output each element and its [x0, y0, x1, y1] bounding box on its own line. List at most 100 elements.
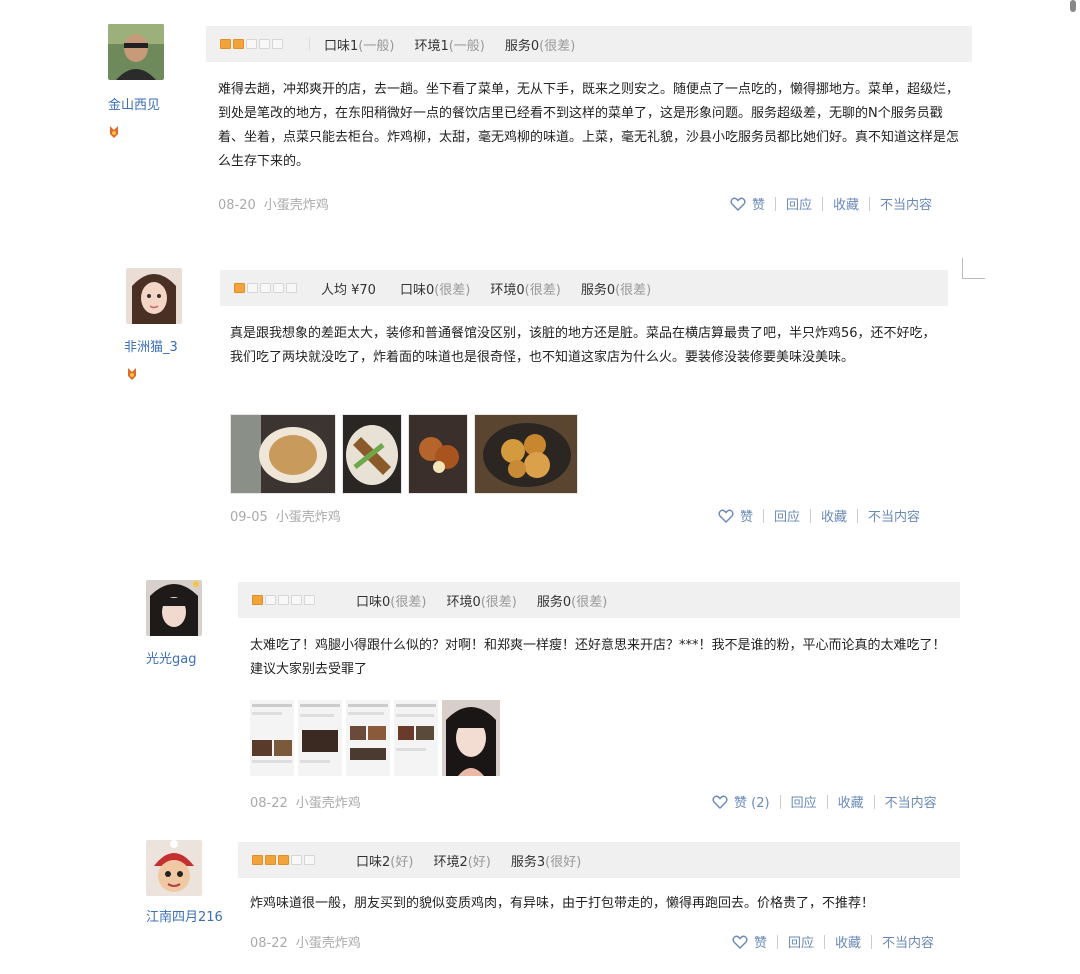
report-button[interactable]: 不当内容	[880, 194, 932, 213]
report-button[interactable]: 不当内容	[882, 932, 934, 951]
heart-icon[interactable]	[730, 197, 746, 211]
username[interactable]: 非洲猫_3	[124, 336, 178, 355]
rating-bar: 口味2(好) 环境2(好) 服务3(很好)	[238, 842, 960, 878]
rating-bar: 人均 ¥70 口味0(很差) 环境0(很差) 服务0(很差)	[220, 270, 948, 306]
shop-link[interactable]: 小蛋壳炸鸡	[264, 198, 329, 213]
report-button[interactable]: 不当内容	[885, 792, 937, 811]
favorite-button[interactable]: 收藏	[838, 792, 864, 811]
username[interactable]: 江南四月216	[146, 906, 223, 925]
username[interactable]: 金山西见	[108, 94, 160, 113]
photo-thumbnail[interactable]	[250, 700, 294, 776]
star-icon	[265, 855, 276, 865]
environment-score: 环境0(很差)	[446, 594, 517, 610]
heart-icon[interactable]	[732, 935, 748, 949]
service-score: 服务0(很差)	[504, 38, 576, 54]
divider	[824, 934, 826, 949]
divider	[810, 508, 812, 523]
star-icon	[246, 39, 257, 49]
photo-thumbnail[interactable]	[442, 700, 500, 776]
corner-mark	[962, 258, 985, 279]
avatar[interactable]	[108, 24, 164, 80]
star-icon	[233, 39, 244, 49]
reply-button[interactable]: 回应	[791, 792, 817, 811]
scrollbar[interactable]	[1070, 0, 1076, 12]
photo-thumbnail[interactable]	[342, 414, 402, 494]
review-date: 09-05	[230, 510, 268, 525]
report-button[interactable]: 不当内容	[868, 506, 920, 525]
star-icon	[247, 283, 258, 293]
photo-thumbnail[interactable]	[408, 414, 468, 494]
review-text: 炸鸡味道很一般，朋友买到的貌似变质鸡肉，有异味，由于打包带走的，懒得再跑回去。价…	[250, 896, 875, 911]
avatar[interactable]	[126, 268, 182, 324]
favorite-button[interactable]: 收藏	[833, 194, 859, 213]
divider	[775, 196, 777, 211]
review-date: 08-22	[250, 936, 288, 951]
reply-button[interactable]: 回应	[774, 506, 800, 525]
favorite-button[interactable]: 收藏	[821, 506, 847, 525]
review-date: 08-22	[250, 796, 288, 811]
review-text: 太难吃了！鸡腿小得跟什么似的？对啊！和郑爽一样瘦！还好意思来开店？***！我不是…	[250, 638, 946, 677]
rating-bar: 口味1(一般) 环境1(一般) 服务0(很差)	[206, 26, 972, 62]
photo-gallery	[230, 414, 578, 494]
divider	[763, 508, 765, 523]
photo-thumbnail[interactable]	[230, 414, 336, 494]
divider	[871, 934, 873, 949]
review-actions: 赞 回应 收藏 不当内容	[732, 932, 934, 951]
star-icon	[220, 39, 231, 49]
divider	[826, 794, 828, 809]
review-meta: 09-05 小蛋壳炸鸡	[230, 506, 341, 525]
photo-thumbnail[interactable]	[474, 414, 578, 494]
favorite-button[interactable]: 收藏	[835, 932, 861, 951]
star-icon	[304, 855, 315, 865]
taste-score: 口味2(好)	[356, 854, 414, 870]
review-actions: 赞 回应 收藏 不当内容	[730, 194, 932, 213]
divider	[873, 794, 875, 809]
avatar[interactable]	[146, 580, 202, 636]
star-icon	[278, 595, 289, 605]
taste-score: 口味0(很差)	[356, 594, 427, 610]
star-rating	[234, 283, 299, 293]
divider	[309, 37, 310, 51]
reply-button[interactable]: 回应	[786, 194, 812, 213]
star-icon	[278, 855, 289, 865]
medal-icon	[128, 368, 136, 380]
shop-link[interactable]: 小蛋壳炸鸡	[276, 510, 341, 525]
like-button[interactable]: 赞 (2)	[734, 792, 770, 811]
shop-link[interactable]: 小蛋壳炸鸡	[296, 796, 361, 811]
heart-icon[interactable]	[712, 795, 728, 809]
like-button[interactable]: 赞	[752, 194, 765, 213]
photo-thumbnail[interactable]	[394, 700, 438, 776]
divider	[777, 934, 779, 949]
star-icon	[304, 595, 315, 605]
photo-thumbnail[interactable]	[346, 700, 390, 776]
username[interactable]: 光光gag	[146, 648, 196, 667]
service-score: 服务0(很差)	[580, 282, 652, 298]
photo-thumbnail[interactable]	[298, 700, 342, 776]
star-icon	[273, 283, 284, 293]
review-text: 真是跟我想象的差距太大，装修和普通餐馆没区别，该脏的地方还是脏。菜品在横店算最贵…	[230, 326, 936, 365]
environment-score: 环境1(一般)	[414, 38, 485, 54]
star-rating	[252, 855, 317, 865]
review-actions: 赞 回应 收藏 不当内容	[718, 506, 920, 525]
medal-icon	[110, 126, 118, 138]
divider	[869, 196, 871, 211]
star-icon	[265, 595, 276, 605]
like-button[interactable]: 赞	[754, 932, 767, 951]
divider	[341, 853, 342, 867]
avatar[interactable]	[146, 840, 202, 896]
review-actions: 赞 (2) 回应 收藏 不当内容	[712, 792, 937, 811]
price-per-person: 人均 ¥70	[321, 282, 376, 298]
heart-icon[interactable]	[718, 509, 734, 523]
like-button[interactable]: 赞	[740, 506, 753, 525]
star-icon	[234, 283, 245, 293]
review-text: 难得去趟，冲郑爽开的店，去一趟。坐下看了菜单，无从下手，既来之则安之。随便点了一…	[218, 82, 960, 169]
review-meta: 08-20 小蛋壳炸鸡	[218, 194, 329, 213]
star-icon	[286, 283, 297, 293]
environment-score: 环境2(好)	[433, 854, 491, 870]
divider	[857, 508, 859, 523]
star-icon	[272, 39, 283, 49]
reply-button[interactable]: 回应	[788, 932, 814, 951]
star-rating	[252, 595, 317, 605]
review-meta: 08-22 小蛋壳炸鸡	[250, 792, 361, 811]
shop-link[interactable]: 小蛋壳炸鸡	[296, 936, 361, 951]
